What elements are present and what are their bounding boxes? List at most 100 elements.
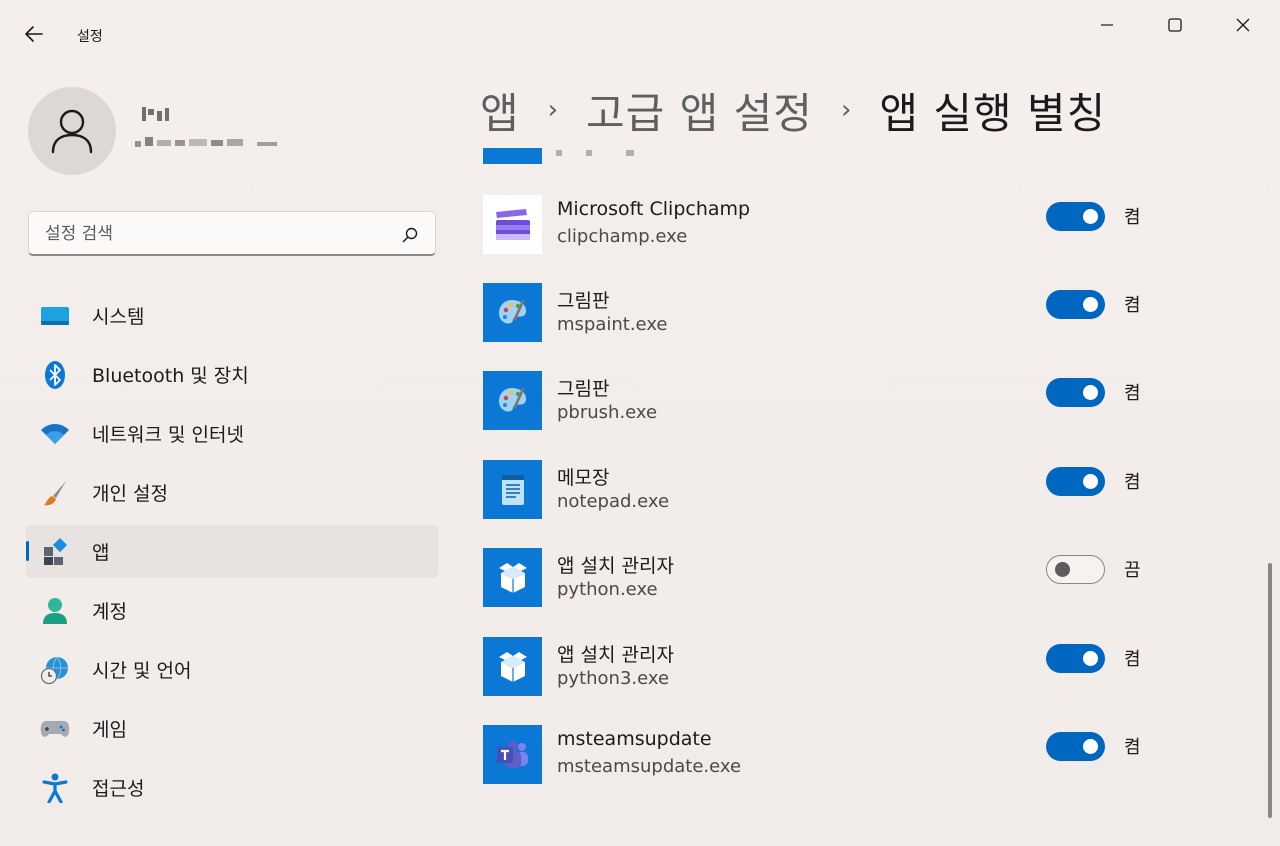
breadcrumb-separator: › [547, 95, 559, 125]
app-exe: notepad.exe [557, 491, 670, 512]
sidebar-item-accessibility[interactable]: 접근성 [26, 761, 438, 814]
toggle-state-label: 켬 [1124, 295, 1141, 316]
sidebar-item-label: 네트워크 및 인터넷 [92, 424, 244, 446]
list-item: 메모장 notepad.exe 켬 [470, 460, 1250, 548]
app-installer-icon [483, 548, 542, 607]
list-item: 그림판 mspaint.exe 켬 [470, 283, 1250, 371]
bluetooth-icon [40, 361, 70, 389]
back-button[interactable] [22, 22, 52, 50]
title-bar: 설정 [0, 0, 1280, 50]
toggle-state-label: 켬 [1124, 649, 1141, 670]
sidebar-item-label: 접근성 [92, 778, 145, 800]
toggle-knob [1083, 385, 1098, 400]
sidebar-item-personalization[interactable]: 개인 설정 [26, 466, 438, 519]
apps-icon [40, 538, 70, 566]
sidebar-item-label: 개인 설정 [92, 483, 168, 505]
sidebar-item-bluetooth[interactable]: Bluetooth 및 장치 [26, 348, 438, 401]
app-exe: python.exe [557, 579, 658, 600]
avatar[interactable] [28, 87, 116, 175]
globe-clock-icon [40, 656, 70, 685]
sidebar-item-label: 시간 및 언어 [92, 660, 192, 682]
sidebar-item-label: 계정 [92, 601, 127, 623]
app-name: 메모장 [557, 467, 610, 489]
account-icon [40, 597, 70, 625]
partial-row-text [556, 148, 636, 158]
toggle-state-label: 끔 [1124, 560, 1141, 581]
toggle-state-label: 켬 [1124, 472, 1141, 493]
app-exe: pbrush.exe [557, 402, 658, 423]
system-display-icon [40, 302, 70, 330]
app-name: Microsoft Clipchamp [557, 198, 751, 220]
breadcrumb-current-page: 앱 실행 별칭 [879, 88, 1107, 138]
app-name: 그림판 [557, 290, 610, 312]
sidebar-item-apps[interactable]: 앱 [26, 525, 438, 578]
paintbrush-icon [40, 479, 70, 507]
back-arrow-icon [25, 26, 43, 42]
accessibility-icon [40, 773, 70, 803]
close-icon [1236, 18, 1250, 32]
alias-toggle-python[interactable] [1046, 555, 1105, 584]
alias-toggle-python3[interactable] [1046, 644, 1105, 673]
breadcrumb-apps[interactable]: 앱 [480, 80, 520, 141]
maximize-icon [1168, 18, 1182, 32]
search-input[interactable] [43, 221, 387, 247]
gamepad-icon [40, 715, 70, 743]
search-icon[interactable] [401, 226, 419, 244]
toggle-knob [1055, 562, 1070, 577]
breadcrumb-separator: › [840, 95, 852, 125]
app-exe: python3.exe [557, 668, 670, 689]
breadcrumb-advanced-app-settings[interactable]: 고급 앱 설정 [586, 80, 813, 141]
app-name: 그림판 [557, 378, 610, 400]
toggle-knob [1083, 739, 1098, 754]
person-icon [51, 109, 93, 154]
alias-toggle-notepad[interactable] [1046, 467, 1105, 496]
clipchamp-icon [483, 195, 542, 254]
app-title: 설정 [77, 29, 103, 45]
user-name-redacted [140, 105, 180, 123]
wifi-icon [40, 420, 70, 448]
app-name: 앱 설치 관리자 [557, 644, 674, 666]
minimize-button[interactable] [1084, 12, 1130, 38]
teams-icon [483, 725, 542, 784]
sidebar-item-gaming[interactable]: 게임 [26, 702, 438, 755]
alias-toggle-pbrush[interactable] [1046, 378, 1105, 407]
sidebar-item-network[interactable]: 네트워크 및 인터넷 [26, 407, 438, 460]
selection-indicator [26, 541, 29, 561]
list-item: Microsoft Clipchamp clipchamp.exe 켬 [470, 195, 1250, 283]
settings-window: 설정 설정 검색 시스템 Bluetooth 및 장치 네트워크 및 인터넷 개… [0, 0, 1280, 846]
sidebar-item-label: 시스템 [92, 306, 145, 328]
app-exe: clipchamp.exe [557, 226, 688, 247]
paint-palette-icon [483, 283, 542, 342]
app-exe: mspaint.exe [557, 314, 668, 335]
list-item: 앱 설치 관리자 python.exe 끔 [470, 548, 1250, 636]
sidebar-item-accounts[interactable]: 계정 [26, 584, 438, 637]
toggle-knob [1083, 297, 1098, 312]
toggle-state-label: 켬 [1124, 207, 1141, 228]
minimize-icon [1101, 24, 1113, 26]
toggle-knob [1083, 651, 1098, 666]
app-exe: msteamsupdate.exe [557, 756, 742, 777]
alias-toggle-msteamsupdate[interactable] [1046, 732, 1105, 761]
list-item: msteamsupdate msteamsupdate.exe 켬 [470, 725, 1250, 813]
sidebar-item-label: Bluetooth 및 장치 [92, 365, 249, 387]
sidebar-item-system[interactable]: 시스템 [26, 289, 438, 342]
sidebar-item-time-language[interactable]: 시간 및 언어 [26, 643, 438, 696]
scrollbar-thumb[interactable] [1268, 563, 1272, 818]
user-email-redacted [135, 135, 285, 149]
list-item: 그림판 pbrush.exe 켬 [470, 371, 1250, 459]
partial-app-icon [483, 148, 542, 164]
maximize-button[interactable] [1152, 12, 1198, 38]
toggle-knob [1083, 474, 1098, 489]
search-box[interactable] [28, 211, 436, 256]
notepad-icon [483, 460, 542, 519]
app-installer-icon [483, 637, 542, 696]
alias-toggle-clipchamp[interactable] [1046, 202, 1105, 231]
breadcrumb: 앱 › 고급 앱 설정 › 앱 실행 별칭 [480, 80, 1106, 140]
sidebar-item-label: 앱 [92, 542, 110, 564]
alias-toggle-mspaint[interactable] [1046, 290, 1105, 319]
toggle-state-label: 켬 [1124, 383, 1141, 404]
close-button[interactable] [1220, 12, 1266, 38]
sidebar-item-label: 게임 [92, 719, 127, 741]
alias-list: Microsoft Clipchamp clipchamp.exe 켬 그림판 … [470, 148, 1250, 846]
toggle-knob [1083, 209, 1098, 224]
